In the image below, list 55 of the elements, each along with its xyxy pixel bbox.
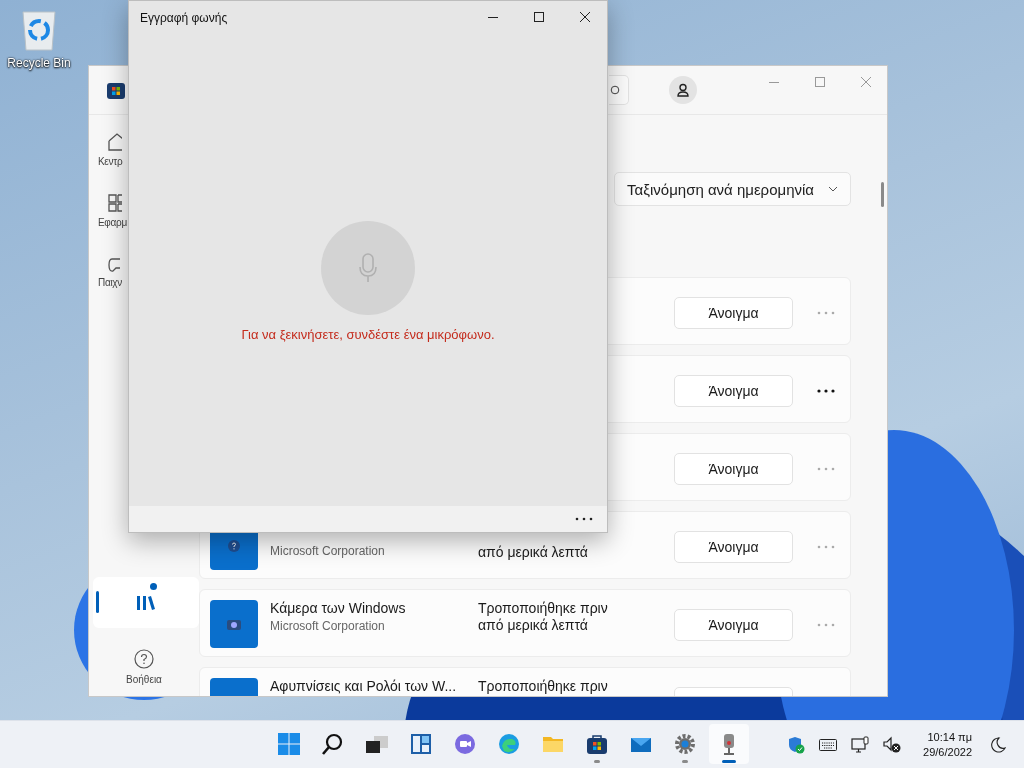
- open-button[interactable]: Άνοιγμα: [674, 609, 793, 641]
- modified-text: από μερικά λεπτά: [478, 617, 589, 634]
- scrollbar-thumb[interactable]: [881, 182, 884, 207]
- app-tile-icon: [210, 600, 258, 648]
- nav-item[interactable]: Εφαρμ: [98, 182, 128, 241]
- open-button[interactable]: Άνοιγμα: [674, 531, 793, 563]
- clock-button[interactable]: 10:14 πμ 29/6/2022: [923, 729, 972, 760]
- search-icon: [610, 85, 620, 95]
- error-message: Για να ξεκινήσετε, συνδέστε ένα μικρόφωνο.: [241, 327, 495, 342]
- close-icon[interactable]: [580, 12, 590, 22]
- network-icon[interactable]: [851, 735, 870, 754]
- recycle-bin-icon: [19, 8, 59, 52]
- video-chat-icon: [454, 733, 476, 755]
- app-publisher: Microsoft Corporation: [270, 544, 386, 558]
- app-title: Κάμερα των Windows: [270, 600, 407, 616]
- keyboard-icon[interactable]: [819, 738, 838, 751]
- moon-icon[interactable]: [990, 736, 1006, 753]
- apps-grid-icon: [108, 194, 122, 213]
- more-options-icon[interactable]: [817, 389, 835, 393]
- task-view-icon: [366, 733, 388, 755]
- maximize-icon[interactable]: [534, 12, 544, 22]
- minimize-icon[interactable]: [488, 16, 498, 18]
- help-icon: [134, 649, 154, 670]
- app-publisher: Microsoft Corporation: [270, 619, 386, 633]
- person-icon: [676, 83, 690, 97]
- microphone-icon: [358, 253, 378, 283]
- shield-icon[interactable]: [787, 735, 806, 754]
- gamepad-icon: [108, 258, 120, 272]
- modified-text: Τροποποιήθηκε πριν: [478, 678, 609, 695]
- modified-text: από μερικά λεπτά: [478, 544, 589, 561]
- open-button[interactable]: Άνοιγμα: [674, 453, 793, 485]
- store-logo-icon: [106, 80, 126, 100]
- window-title: Εγγραφή φωνής: [140, 11, 228, 25]
- nav-item[interactable]: Βοήθεια: [93, 638, 195, 696]
- shopping-bag-icon: [586, 733, 608, 755]
- app-title: Αφυπνίσεις και Ρολόι των W...: [270, 678, 458, 694]
- sort-dropdown[interactable]: Ταξινόμηση ανά ημερομηνία: [614, 172, 851, 206]
- settings-icon: [674, 733, 696, 755]
- account-button[interactable]: [669, 76, 697, 104]
- more-options-icon[interactable]: [575, 517, 593, 521]
- search-field[interactable]: [609, 75, 629, 105]
- browser-icon: [498, 733, 520, 755]
- chevron-down-icon: [828, 186, 838, 192]
- library-icon: [136, 594, 156, 611]
- nav-item[interactable]: [93, 576, 199, 629]
- nav-item[interactable]: Παιχν: [98, 244, 128, 302]
- search-icon: [322, 733, 344, 755]
- nav-item[interactable]: Κεντρ: [98, 121, 128, 179]
- home-icon: [108, 132, 122, 151]
- modified-text: Τροποποιήθηκε πριν: [478, 600, 609, 617]
- widgets-icon: [410, 733, 432, 755]
- open-button[interactable]: Άνοιγμα: [674, 375, 793, 407]
- windows-logo-icon: [278, 733, 300, 755]
- open-button[interactable]: Άνοιγμα: [674, 297, 793, 329]
- volume-muted-icon[interactable]: [883, 735, 902, 754]
